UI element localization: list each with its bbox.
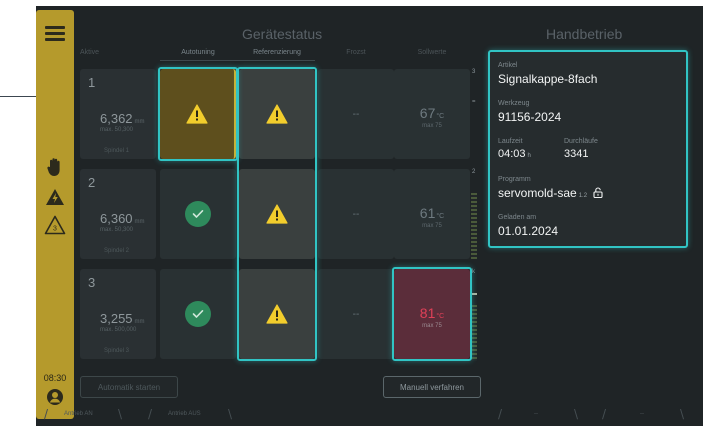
row-spindle: Spindel 3: [104, 348, 130, 354]
row-info-2[interactable]: 2 6,360 mm max. 50,300 Spindel 2: [80, 169, 156, 259]
referenzierung-cell-2[interactable]: [239, 169, 315, 259]
temperature-cell-1[interactable]: 67°C max 75: [394, 69, 470, 159]
warning-triangle-icon[interactable]: 3: [44, 214, 66, 236]
referenzierung-cell-3[interactable]: [239, 269, 315, 359]
column-underline: [160, 60, 315, 61]
app-frame: 3 08:30 Gerätestatus Handbetrieb Aktive …: [36, 6, 703, 426]
status-bar: / Antrieb AN \ / Antrieb AUS \ / -- \ / …: [36, 404, 703, 426]
col-header-frozst: Frozst: [346, 49, 366, 56]
temperature-max: max 75: [422, 223, 442, 229]
gauge-label-1b: =: [472, 99, 476, 105]
row-max: max. 50,300: [100, 227, 134, 233]
warning-icon: [266, 204, 288, 224]
separator: /: [44, 407, 49, 421]
annotation-pointer-line: [0, 96, 36, 97]
row-number: 2: [88, 175, 96, 190]
row-number: 1: [88, 75, 96, 90]
hamburger-icon[interactable]: [42, 20, 68, 46]
clock-time: 08:30: [43, 373, 67, 383]
programm-label: Programm: [498, 176, 531, 183]
level-gauge-2: [471, 181, 477, 259]
row-info-1[interactable]: 1 6,362 mm max. 50,300 Spindel 1: [80, 69, 156, 159]
row-value: 3,255 mm: [100, 311, 145, 326]
level-gauge-3: [471, 281, 477, 361]
laufzeit-value: 04:03 h: [498, 148, 531, 160]
frozst-value: --: [352, 108, 360, 120]
status-section-title: Gerätestatus: [242, 26, 323, 42]
temperature-value: 61°C: [419, 205, 445, 221]
warning-icon: [266, 304, 288, 324]
row-number: 3: [88, 275, 96, 290]
gauge-label-3: k: [472, 269, 475, 275]
frozst-cell-3[interactable]: --: [318, 269, 394, 359]
row-value: 6,360 mm: [100, 211, 145, 226]
warning-badge-count: 3: [53, 226, 57, 233]
separator: \: [118, 407, 123, 421]
programm-value: servomold-sae 1.2: [498, 186, 603, 200]
warning-icon: [266, 104, 288, 124]
manual-move-button[interactable]: Manuell verfahren: [383, 376, 481, 398]
separator: \: [680, 407, 685, 421]
frozst-value: --: [352, 308, 360, 320]
temperature-cell-2[interactable]: 61°C max 75: [394, 169, 470, 259]
temperature-value: 81°C: [419, 305, 445, 321]
autotuning-cell-1[interactable]: [160, 69, 236, 159]
frozst-cell-1[interactable]: --: [318, 69, 394, 159]
autotuning-cell-3[interactable]: [160, 269, 236, 359]
werkzeug-label: Werkzeug: [498, 100, 530, 107]
separator: \: [574, 407, 579, 421]
manual-section-title: Handbetrieb: [546, 26, 623, 42]
row-value: 6,362 mm: [100, 111, 145, 126]
check-icon: [185, 201, 211, 227]
row-max: max. 50,300: [100, 127, 134, 133]
col-header-referenzierung[interactable]: Referenzierung: [239, 49, 315, 56]
drive-off-label[interactable]: Antrieb AUS: [168, 411, 201, 417]
separator: /: [148, 407, 153, 421]
status-dash-2: --: [640, 411, 644, 417]
temperature-value: 67°C: [419, 105, 445, 121]
separator: \: [228, 407, 233, 421]
bolt-warning-icon[interactable]: [44, 186, 66, 208]
warning-icon: [186, 104, 208, 124]
row-spindle: Spindel 1: [104, 148, 130, 154]
frozst-cell-2[interactable]: --: [318, 169, 394, 259]
geladen-label: Geladen am: [498, 214, 537, 221]
gauge-fill-3: [471, 305, 477, 361]
row-spindle: Spindel 2: [104, 248, 130, 254]
temperature-max: max 75: [422, 123, 442, 129]
drive-on-label[interactable]: Antrieb AN: [64, 411, 93, 417]
gauge-fill-2: [471, 192, 477, 259]
gauge-marker-3: [471, 293, 477, 295]
geladen-value: 01.01.2024: [498, 224, 559, 238]
frozst-value: --: [352, 208, 360, 220]
row-max: max. 500,000: [100, 327, 137, 333]
temperature-cell-3[interactable]: 81°C max 75: [394, 269, 470, 359]
durchlaeufe-value: 3341: [564, 148, 589, 160]
gauge-label-2: 2: [472, 169, 476, 175]
separator: /: [498, 407, 503, 421]
werkzeug-value: 91156-2024: [498, 110, 562, 124]
artikel-label: Artikel: [498, 62, 518, 69]
artikel-value: Signalkappe-8fach: [498, 72, 598, 86]
durchlaeufe-label: Durchläufe: [564, 138, 598, 145]
separator: /: [602, 407, 607, 421]
col-header-sollwerte: Sollwerte: [417, 49, 447, 56]
handbetrieb-panel: Artikel Signalkappe-8fach Werkzeug 91156…: [488, 50, 688, 248]
laufzeit-label: Laufzeit: [498, 138, 523, 145]
col-header-autotuning[interactable]: Autotuning: [160, 49, 236, 56]
sidebar: 3 08:30: [36, 10, 74, 419]
auto-start-button[interactable]: Automatik starten: [80, 376, 178, 398]
hand-icon[interactable]: [44, 156, 66, 178]
status-dash-1: --: [534, 411, 538, 417]
unlock-icon: [593, 187, 603, 199]
gauge-label-1: 3: [472, 69, 476, 75]
row-info-3[interactable]: 3 3,255 mm max. 500,000 Spindel 3: [80, 269, 156, 359]
referenzierung-cell-1[interactable]: [239, 69, 315, 159]
check-icon: [185, 301, 211, 327]
col-header-aktive: Aktive: [80, 49, 100, 56]
autotuning-cell-2[interactable]: [160, 169, 236, 259]
temperature-max: max 75: [422, 323, 442, 329]
